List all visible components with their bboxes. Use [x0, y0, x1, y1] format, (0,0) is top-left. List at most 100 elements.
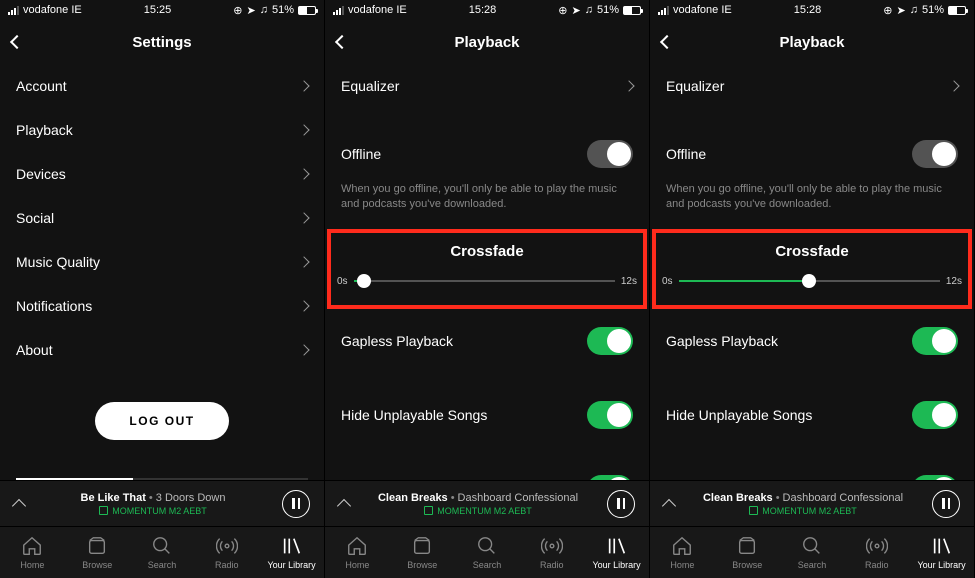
signal-icon — [333, 6, 344, 15]
tab-search[interactable]: Search — [130, 527, 195, 578]
screen-playback-a: vodafone IE 15:28 ⊕ ➤ ♫ 51% Playback Equ… — [325, 0, 650, 578]
row-offline: Offline — [650, 126, 974, 182]
slider-track[interactable] — [679, 280, 940, 282]
page-title: Settings — [132, 34, 191, 51]
carrier-text: vodafone IE — [673, 4, 732, 16]
tab-search[interactable]: Search — [780, 527, 845, 578]
status-bar: vodafone IE 15:28 ⊕ ➤ ♫ 51% — [650, 0, 974, 20]
offline-subtext: When you go offline, you'll only be able… — [325, 182, 649, 225]
page-title: Playback — [779, 34, 844, 51]
tab-browse[interactable]: Browse — [390, 527, 455, 578]
pause-button[interactable] — [932, 490, 960, 518]
crossfade-slider[interactable]: 0s 12s — [662, 276, 962, 287]
tab-home[interactable]: Home — [0, 527, 65, 578]
tab-radio[interactable]: Radio — [194, 527, 259, 578]
settings-list: Account Playback Devices Social Music Qu… — [0, 64, 324, 478]
back-button[interactable] — [337, 20, 347, 64]
slider-min: 0s — [662, 276, 673, 287]
tab-your-library[interactable]: Your Library — [584, 527, 649, 578]
screen-settings: vodafone IE 15:25 ⊕ ➤ ♫ 51% Settings Acc… — [0, 0, 325, 578]
row-music-quality[interactable]: Music Quality — [0, 240, 324, 284]
tab-browse[interactable]: Browse — [65, 527, 130, 578]
tab-your-library[interactable]: Your Library — [909, 527, 974, 578]
chevron-right-icon — [298, 256, 309, 267]
battery-pct: 51% — [272, 4, 294, 16]
chevron-right-icon — [298, 168, 309, 179]
slider-min: 0s — [337, 276, 348, 287]
playback-content: Equalizer Offline When you go offline, y… — [325, 64, 649, 480]
toggle-offline[interactable] — [912, 140, 958, 168]
library-icon — [931, 535, 953, 557]
back-button[interactable] — [662, 20, 672, 64]
search-icon — [151, 535, 173, 557]
tab-browse[interactable]: Browse — [715, 527, 780, 578]
battery-icon — [298, 6, 316, 15]
tab-bar: Home Browse Search Radio Your Library — [0, 526, 324, 578]
home-icon — [671, 535, 693, 557]
radio-icon — [866, 535, 888, 557]
now-playing-title: Clean Breaks•Dashboard Confessional — [674, 492, 932, 504]
chevron-right-icon — [298, 344, 309, 355]
toggle-hide-unplayable[interactable] — [912, 401, 958, 429]
status-time: 15:25 — [144, 4, 172, 16]
tab-home[interactable]: Home — [325, 527, 390, 578]
search-icon — [801, 535, 823, 557]
tab-radio[interactable]: Radio — [844, 527, 909, 578]
logout-button[interactable]: LOG OUT — [95, 402, 228, 440]
browse-icon — [86, 535, 108, 557]
slider-thumb[interactable] — [357, 274, 371, 288]
status-bar: vodafone IE 15:28 ⊕ ➤ ♫ 51% — [325, 0, 649, 20]
playback-content: Equalizer Offline When you go offline, y… — [650, 64, 974, 480]
pause-button[interactable] — [282, 490, 310, 518]
row-audio-normalization: Enable Audio Normalization — [650, 461, 974, 480]
alarm-icon: ⊕ — [233, 4, 242, 17]
offline-subtext: When you go offline, you'll only be able… — [650, 182, 974, 225]
row-social[interactable]: Social — [0, 196, 324, 240]
status-time: 15:28 — [794, 4, 822, 16]
row-gapless: Gapless Playback — [325, 313, 649, 369]
row-audio-normalization: Enable Audio Normalization — [325, 461, 649, 480]
location-icon: ➤ — [897, 4, 906, 17]
slider-track[interactable] — [354, 280, 615, 282]
toggle-hide-unplayable[interactable] — [587, 401, 633, 429]
home-icon — [346, 535, 368, 557]
location-icon: ➤ — [247, 4, 256, 17]
tab-radio[interactable]: Radio — [519, 527, 584, 578]
header: Settings — [0, 20, 324, 64]
row-equalizer[interactable]: Equalizer — [650, 64, 974, 108]
battery-icon — [948, 6, 966, 15]
radio-icon — [541, 535, 563, 557]
toggle-offline[interactable] — [587, 140, 633, 168]
crossfade-title: Crossfade — [662, 243, 962, 260]
pause-button[interactable] — [607, 490, 635, 518]
now-playing-bar[interactable]: Be Like That•3 Doors Down MOMENTUM M2 AE… — [0, 480, 324, 526]
status-bar: vodafone IE 15:25 ⊕ ➤ ♫ 51% — [0, 0, 324, 20]
row-about[interactable]: About — [0, 328, 324, 372]
tab-search[interactable]: Search — [455, 527, 520, 578]
crossfade-section-highlight: Crossfade 0s 12s — [327, 229, 647, 309]
tab-your-library[interactable]: Your Library — [259, 527, 324, 578]
now-playing-bar[interactable]: Clean Breaks•Dashboard Confessional MOME… — [650, 480, 974, 526]
slider-thumb[interactable] — [802, 274, 816, 288]
chevron-right-icon — [623, 80, 634, 91]
toggle-gapless[interactable] — [587, 327, 633, 355]
crossfade-slider[interactable]: 0s 12s — [337, 276, 637, 287]
row-playback[interactable]: Playback — [0, 108, 324, 152]
tab-home[interactable]: Home — [650, 527, 715, 578]
row-notifications[interactable]: Notifications — [0, 284, 324, 328]
row-equalizer[interactable]: Equalizer — [325, 64, 649, 108]
tab-bar: Home Browse Search Radio Your Library — [325, 526, 649, 578]
chevron-left-icon — [660, 35, 674, 49]
toggle-gapless[interactable] — [912, 327, 958, 355]
now-playing-title: Be Like That•3 Doors Down — [24, 492, 282, 504]
back-button[interactable] — [12, 20, 22, 64]
alarm-icon: ⊕ — [558, 4, 567, 17]
signal-icon — [658, 6, 669, 15]
alarm-icon: ⊕ — [883, 4, 892, 17]
row-devices[interactable]: Devices — [0, 152, 324, 196]
headphones-icon: ♫ — [585, 4, 593, 16]
now-playing-bar[interactable]: Clean Breaks•Dashboard Confessional MOME… — [325, 480, 649, 526]
row-account[interactable]: Account — [0, 64, 324, 108]
now-playing-device: MOMENTUM M2 AEBT — [674, 506, 932, 516]
row-gapless: Gapless Playback — [650, 313, 974, 369]
